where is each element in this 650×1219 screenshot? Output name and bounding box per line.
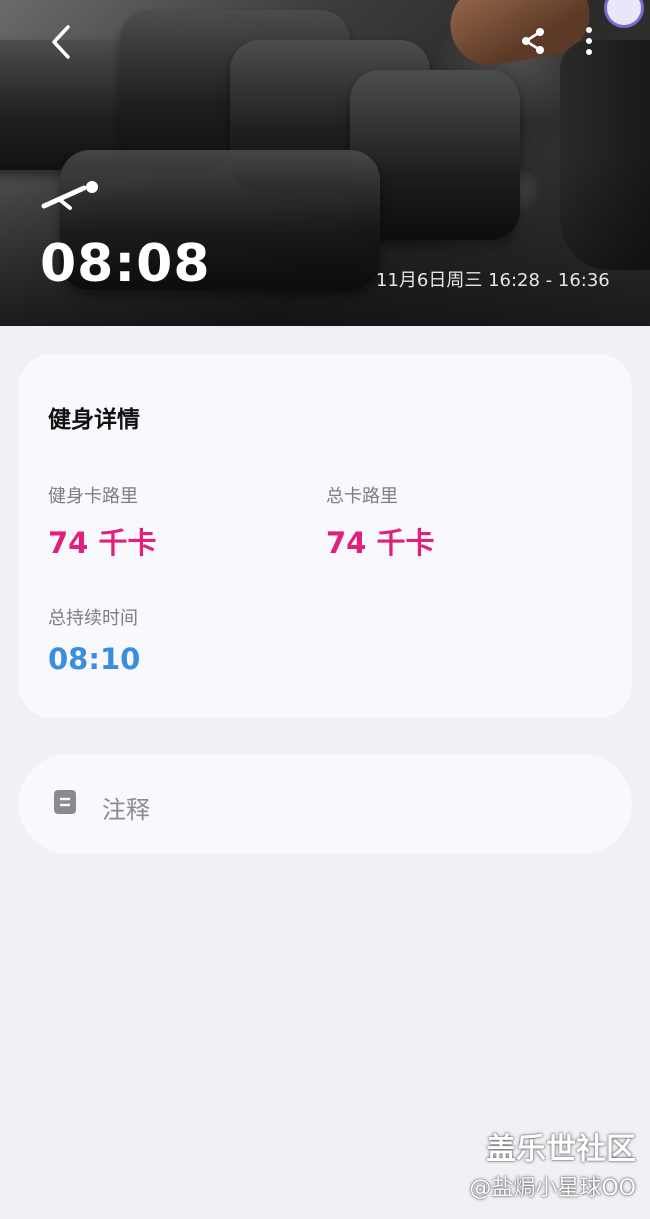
stat-value: 08:10 [48,642,141,676]
workout-duration: 08:08 [40,234,211,294]
card-title: 健身详情 [48,407,140,433]
notes-field[interactable]: 注释 [18,754,632,854]
chevron-left-icon [52,25,70,59]
stat-label: 总持续时间 [48,608,138,629]
stat-total-calories: 总卡路里 74 千卡 [326,482,434,562]
notes-label: 注释 [102,796,150,824]
share-icon [522,28,544,54]
stat-workout-calories: 健身卡路里 74 千卡 [48,482,156,562]
stat-label: 健身卡路里 [48,486,138,507]
stat-value: 74 千卡 [326,526,435,560]
watermark-community: 盖乐世社区 [486,1132,636,1167]
stat-total-duration: 总持续时间 08:10 [48,604,140,676]
workout-header-photo: 08:08 11月6日周三 16:28 - 16:36 [0,0,650,326]
share-button[interactable] [516,24,550,58]
note-icon [54,790,76,814]
stat-label: 总卡路里 [326,486,398,507]
floating-assistant-icon[interactable] [604,0,644,28]
workout-detail-page: 08:08 11月6日周三 16:28 - 16:36 健身详情 健身卡路里 7… [0,0,650,1219]
more-vertical-icon [586,27,592,55]
workout-pose-icon [41,181,98,210]
back-button[interactable] [44,22,78,62]
more-options-button[interactable] [576,22,602,60]
workout-date-range: 11月6日周三 16:28 - 16:36 [376,270,610,291]
workout-details-card: 健身详情 健身卡路里 74 千卡 总卡路里 74 千卡 总持续时间 08:10 [18,354,632,718]
watermark-author: @盐焗小星球OO [469,1176,636,1201]
stat-value: 74 千卡 [48,526,157,560]
